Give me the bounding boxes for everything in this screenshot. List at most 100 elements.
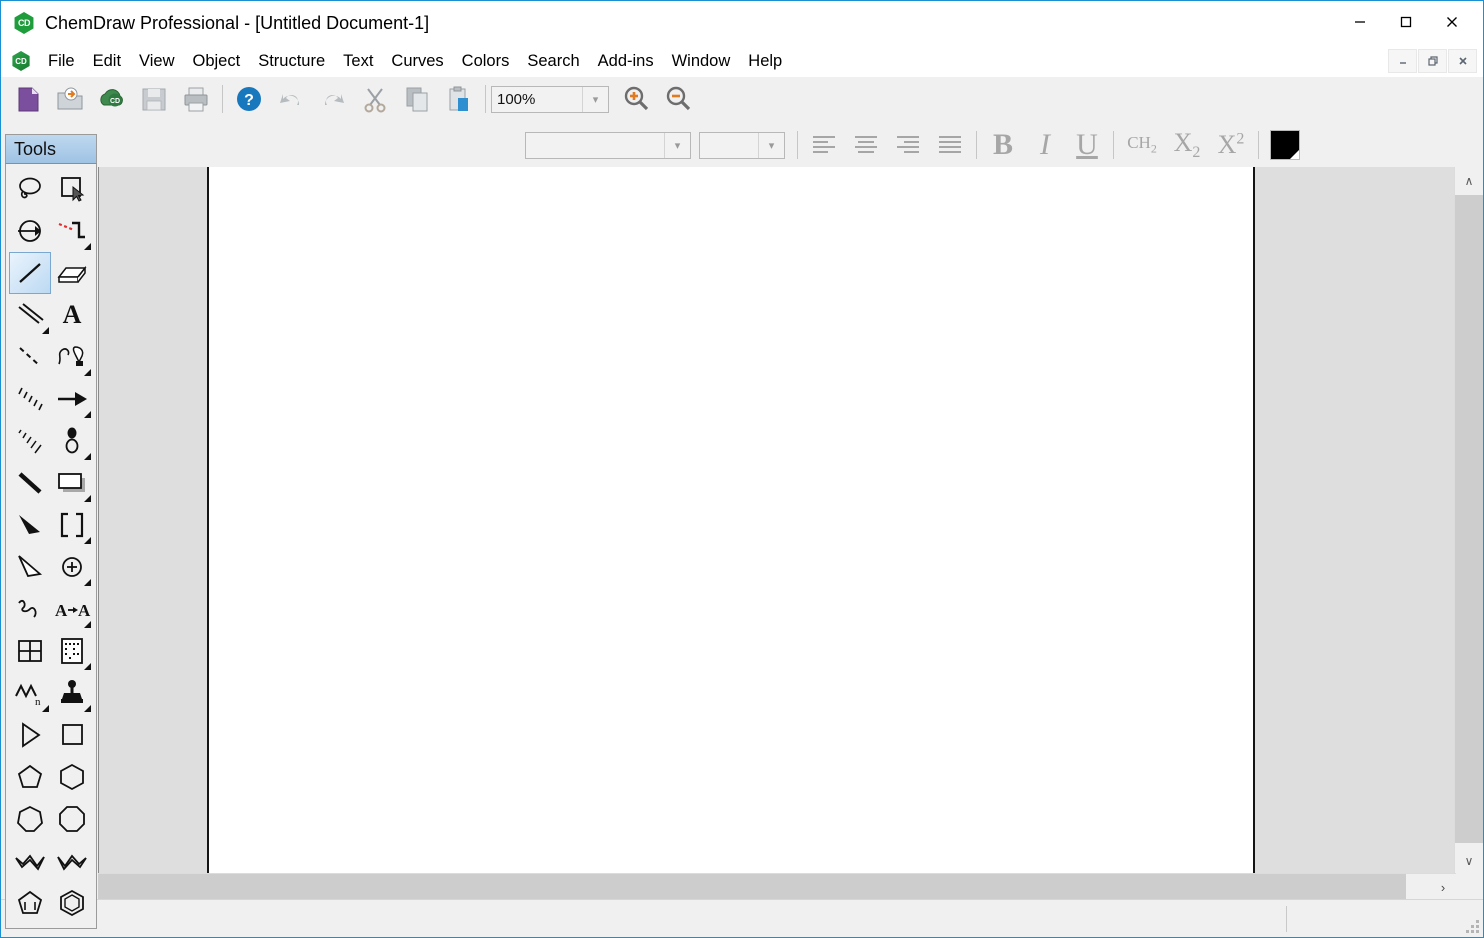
solid-bond-tool[interactable] [9,252,51,294]
menu-item-curves[interactable]: Curves [382,48,452,75]
text-tool[interactable]: A [51,294,93,336]
minimize-button[interactable] [1337,7,1383,37]
hollow-wedge-tool[interactable] [9,546,51,588]
hashed-bond-tool[interactable] [9,378,51,420]
scroll-down-button[interactable]: ∨ [1455,847,1483,875]
align-left-button[interactable] [803,125,845,165]
mdi-restore-button[interactable] [1418,49,1447,73]
mdi-close-button[interactable] [1448,49,1477,73]
paste-button[interactable] [438,79,480,119]
cycloheptane-tool[interactable] [9,798,51,840]
tools-palette-title[interactable]: Tools [5,134,97,164]
zoom-out-button[interactable] [657,79,699,119]
reaction-bond-tool[interactable] [51,210,93,252]
marquee-select-tool[interactable] [51,168,93,210]
menu-item-colors[interactable]: Colors [453,48,519,75]
lasso-select-tool[interactable] [9,168,51,210]
tool-submenu-indicator[interactable] [84,705,91,712]
print-button[interactable] [175,79,217,119]
cyclopentane-tool[interactable] [9,756,51,798]
menu-item-window[interactable]: Window [663,48,740,75]
cut-button[interactable] [354,79,396,119]
multiple-bond-tool[interactable] [9,294,51,336]
table-tool[interactable] [9,630,51,672]
menu-item-file[interactable]: File [39,48,84,75]
new-document-button[interactable] [7,79,49,119]
tool-submenu-indicator[interactable] [84,663,91,670]
align-justify-button[interactable] [929,125,971,165]
subscript-button[interactable]: X2 [1165,125,1209,165]
atom-replace-tool[interactable]: A A [51,588,93,630]
horizontal-scrollbar[interactable]: › [98,873,1456,900]
tool-submenu-indicator[interactable] [84,579,91,586]
tool-submenu-indicator[interactable] [42,327,49,334]
menu-item-structure[interactable]: Structure [249,48,334,75]
dashed-bond-tool[interactable] [9,336,51,378]
font-family-combo[interactable]: ▾ [525,131,691,159]
tool-submenu-indicator[interactable] [84,537,91,544]
bracket-tool[interactable] [51,504,93,546]
maximize-button[interactable] [1383,7,1429,37]
tool-submenu-indicator[interactable] [84,495,91,502]
cyclooctane-tool[interactable] [51,798,93,840]
color-swatch[interactable] [1270,130,1300,160]
chair-right-tool[interactable] [51,840,93,882]
italic-button[interactable]: I [1024,125,1066,165]
tool-submenu-indicator[interactable] [42,705,49,712]
scroll-up-button[interactable]: ∧ [1455,167,1483,195]
cyclohexane-tool[interactable] [51,756,93,798]
text-color-button[interactable] [1264,125,1306,165]
bold-button[interactable]: B [982,125,1024,165]
menu-item-text[interactable]: Text [334,48,382,75]
wedge-bond-tool[interactable] [9,504,51,546]
document-workspace[interactable] [98,167,1456,875]
save-button[interactable] [133,79,175,119]
polymer-tool[interactable]: n [9,672,51,714]
font-size-combo[interactable]: ▾ [699,131,785,159]
vertical-scrollbar[interactable]: ∧ ∨ [1454,167,1483,875]
align-center-button[interactable] [845,125,887,165]
scroll-right-button[interactable]: › [1430,874,1456,900]
cyclopentadiene-tool[interactable] [9,882,51,924]
squiggle-bond-tool[interactable] [9,588,51,630]
zoom-level-combo[interactable]: 100% ▾ [491,85,609,113]
stamp-tool[interactable] [51,672,93,714]
formula-button[interactable]: CH2 [1119,125,1165,165]
menu-item-add-ins[interactable]: Add-ins [589,48,663,75]
chevron-down-icon[interactable]: ▾ [582,86,608,112]
orbital-tool[interactable] [51,420,93,462]
superscript-button[interactable]: X2 [1209,125,1253,165]
redo-button[interactable] [312,79,354,119]
zoom-in-button[interactable] [615,79,657,119]
menu-item-object[interactable]: Object [184,48,250,75]
underline-button[interactable]: U [1066,125,1108,165]
menu-item-search[interactable]: Search [518,48,588,75]
flip-tool[interactable] [9,714,51,756]
template-page-tool[interactable] [51,630,93,672]
bold-bond-tool[interactable] [9,462,51,504]
arrow-tool[interactable] [51,378,93,420]
mdi-minimize-button[interactable] [1388,49,1417,73]
chemdraw-document-icon[interactable]: CD [11,51,31,71]
pen-tool[interactable] [51,336,93,378]
resize-grip[interactable] [1463,917,1479,933]
menu-item-help[interactable]: Help [739,48,791,75]
undo-button[interactable] [270,79,312,119]
chemdraw-cloud-button[interactable]: CD [91,79,133,119]
open-document-button[interactable] [49,79,91,119]
charge-tool[interactable] [51,546,93,588]
hashed-wedge-tool[interactable] [9,420,51,462]
tool-submenu-indicator[interactable] [84,453,91,460]
frame-tool[interactable] [51,462,93,504]
benzene-tool[interactable] [51,882,93,924]
tool-submenu-indicator[interactable] [84,369,91,376]
tool-submenu-indicator[interactable] [84,621,91,628]
help-button[interactable]: ? [228,79,270,119]
align-right-button[interactable] [887,125,929,165]
move-rotate-tool[interactable] [9,210,51,252]
vertical-scroll-thumb[interactable] [1455,195,1483,843]
chevron-down-icon[interactable]: ▾ [664,132,690,158]
tool-submenu-indicator[interactable] [84,411,91,418]
square-tool[interactable] [51,714,93,756]
horizontal-scroll-thumb[interactable] [98,874,1406,900]
